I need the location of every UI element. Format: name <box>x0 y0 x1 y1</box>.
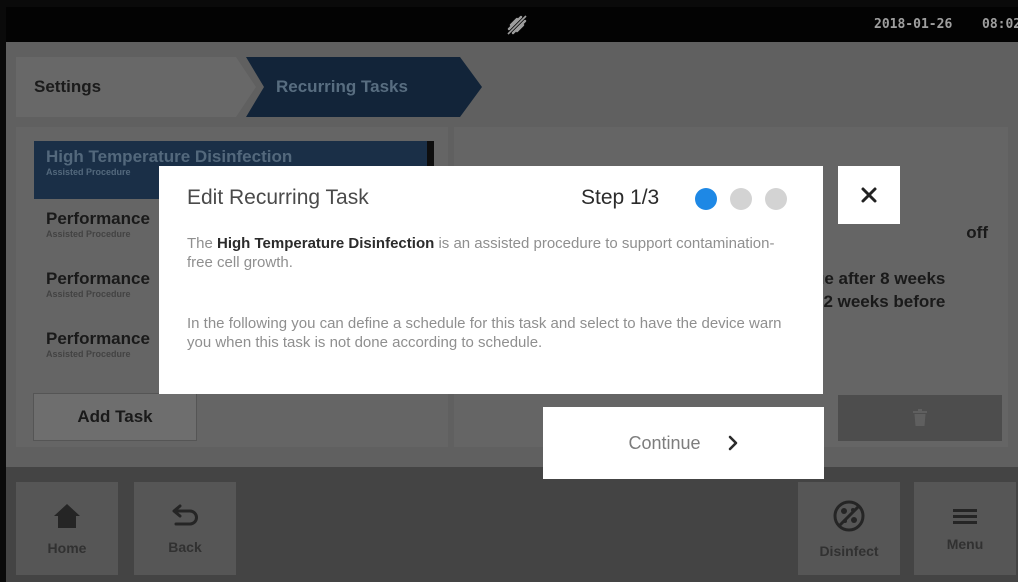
dialog-body-text: In the following you can define a schedu… <box>187 315 782 351</box>
dialog-title: Edit Recurring Task <box>187 186 369 209</box>
step-dot-active <box>695 188 717 210</box>
continue-button[interactable]: Continue <box>543 407 824 479</box>
dialog-intro-text: The High Temperature Disinfection is an … <box>187 234 797 272</box>
close-icon <box>861 187 877 203</box>
task-name: High Temperature Disinfection <box>217 235 435 252</box>
intro-prefix: The <box>187 235 218 252</box>
chevron-right-icon <box>728 435 737 451</box>
step-indicator-label: Step 1/3 <box>581 186 660 209</box>
continue-label: Continue <box>628 432 701 453</box>
close-button[interactable] <box>838 166 900 224</box>
step-dot <box>730 188 752 210</box>
step-dot <box>765 188 787 210</box>
edit-recurring-task-dialog: Edit Recurring Task Step 1/3 The High Te… <box>159 166 823 394</box>
